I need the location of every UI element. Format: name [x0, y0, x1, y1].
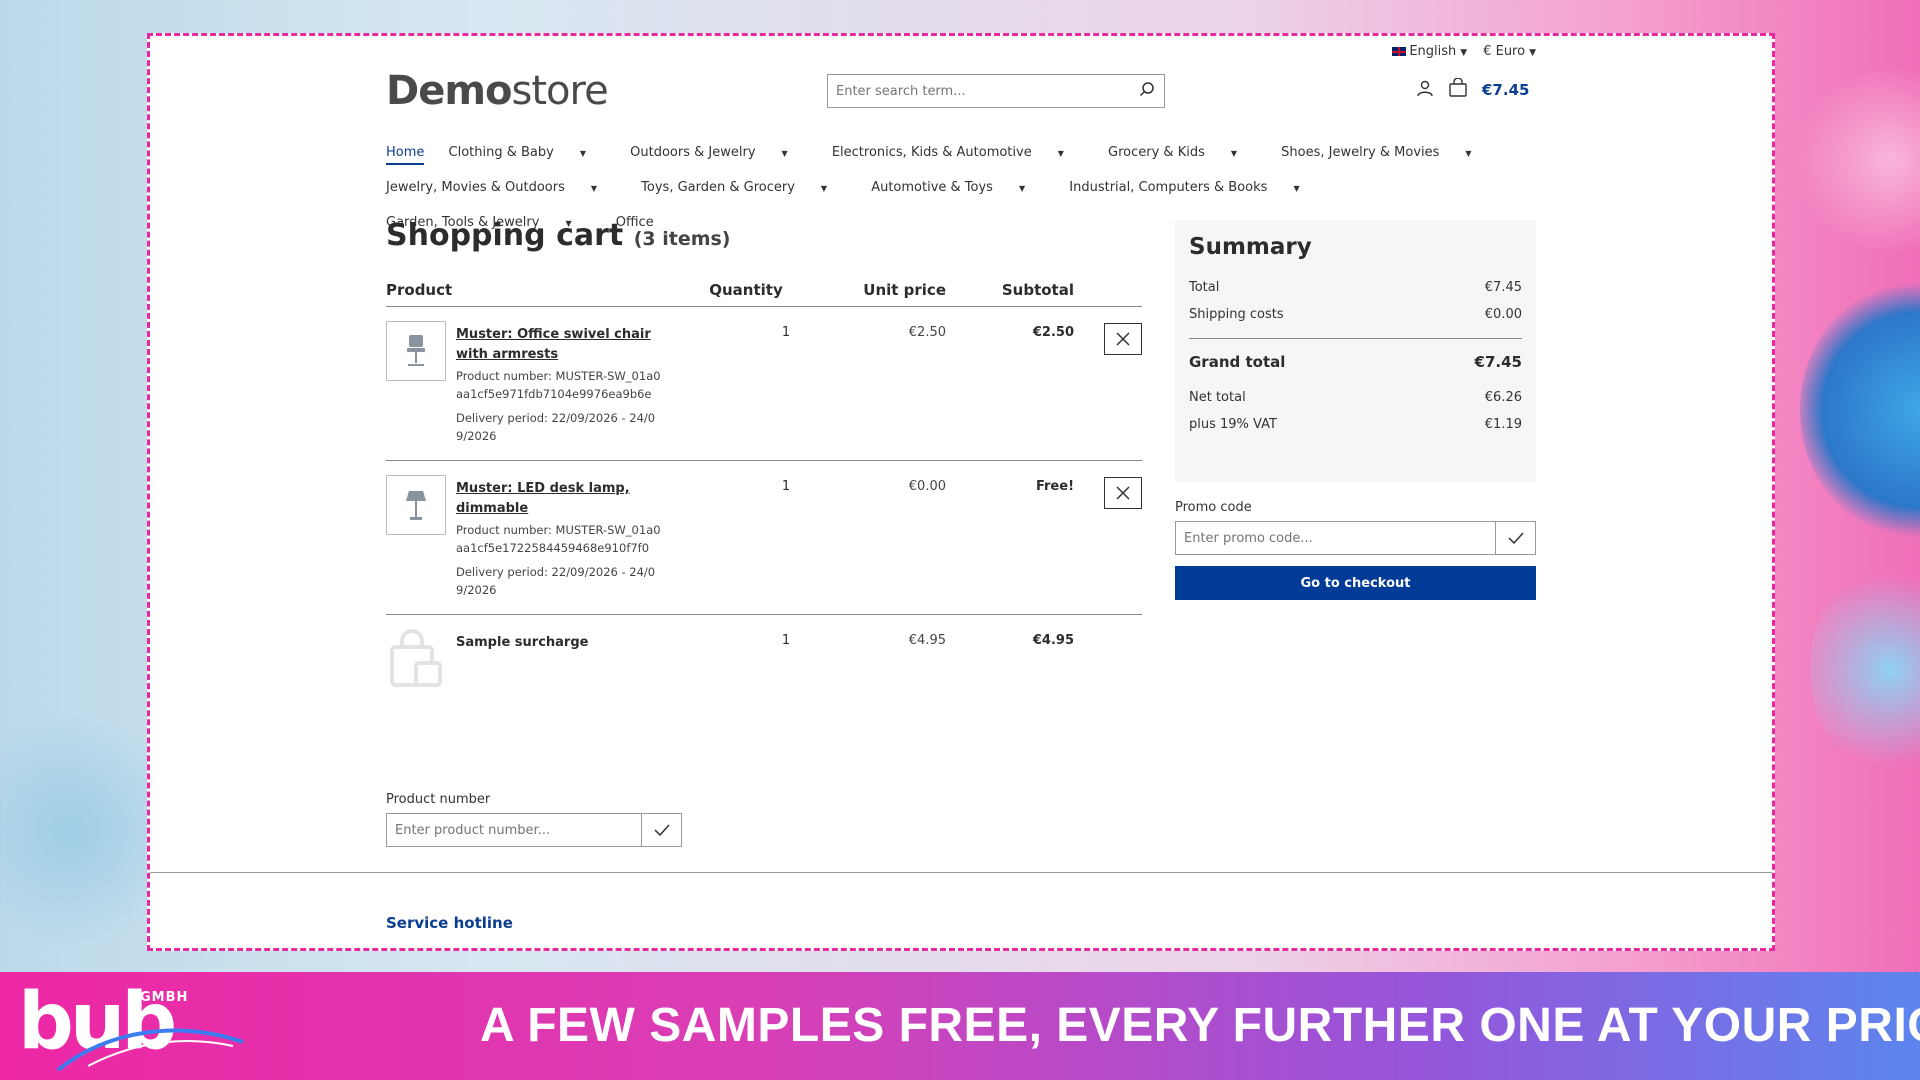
summary-grand-total: Grand total €7.45: [1189, 338, 1522, 384]
caret-down-icon: ▼: [1465, 149, 1472, 158]
nav-item[interactable]: Outdoors & Jewelry ▼: [630, 136, 808, 171]
table-row: Sample surcharge 1 €4.95 €4.95: [386, 615, 1142, 701]
cart-table: Product Quantity Unit price Subtotal Mus…: [386, 273, 1142, 701]
summary-total: Total €7.45: [1189, 280, 1522, 295]
nav-item[interactable]: Toys, Garden & Grocery ▼: [641, 171, 847, 206]
subtotal: Free!: [1035, 479, 1074, 494]
footer-divider: [150, 872, 1772, 873]
table-row: Muster: LED desk lamp, dimmable Product …: [386, 461, 1142, 615]
service-hotline-heading: Service hotline: [386, 914, 513, 932]
checkmark-icon: [1507, 532, 1524, 544]
search-field: [827, 74, 1165, 108]
nav-item[interactable]: Shoes, Jewelry & Movies ▼: [1281, 136, 1491, 171]
banner-headline: A FEW SAMPLES FREE, EVERY FURTHER ONE AT…: [480, 999, 1920, 1052]
account-icon[interactable]: [1416, 79, 1434, 101]
delivery-period: Delivery period: 22/09/2026 - 24/09/2026: [456, 565, 656, 597]
caret-down-icon: ▼: [1293, 184, 1300, 193]
promo-code-form: [1175, 521, 1536, 555]
remove-item-button[interactable]: [1104, 323, 1142, 355]
product-name: Sample surcharge: [456, 635, 589, 650]
promo-banner: bub GMBH A FEW SAMPLES FREE, EVERY FURTH…: [0, 972, 1920, 1080]
product-number-label: Product number: [386, 792, 491, 807]
summary-vat: plus 19% VAT €1.19: [1189, 417, 1522, 432]
product-info: Muster: Office swivel chair with armrest…: [456, 325, 661, 445]
caret-down-icon: ▼: [820, 184, 828, 193]
product-thumbnail[interactable]: [386, 321, 446, 381]
nav-item[interactable]: Industrial, Computers & Books ▼: [1069, 171, 1319, 206]
subtotal: €2.50: [1032, 325, 1074, 340]
product-info: Sample surcharge: [456, 633, 661, 653]
unit-price: €4.95: [908, 633, 946, 648]
lamp-icon: [406, 491, 426, 520]
nav-item[interactable]: Automotive & Toys ▼: [871, 171, 1045, 206]
quantity: 1: [781, 479, 791, 494]
caret-down-icon: ▼: [579, 149, 587, 158]
cart-total[interactable]: €7.45: [1482, 81, 1529, 99]
nav-item[interactable]: Grocery & Kids ▼: [1108, 136, 1257, 171]
caret-down-icon: ▼: [1460, 48, 1468, 58]
quantity: 1: [781, 633, 791, 648]
product-number-input[interactable]: [387, 814, 641, 846]
add-product-button[interactable]: [641, 814, 681, 846]
language-switcher[interactable]: English ▼: [1392, 44, 1467, 59]
nav-item[interactable]: Electronics, Kids & Automotive ▼: [832, 136, 1084, 171]
promo-code-label: Promo code: [1175, 500, 1252, 515]
caret-down-icon: ▼: [590, 184, 598, 193]
apply-promo-button[interactable]: [1495, 522, 1535, 554]
currency-switcher[interactable]: € Euro ▼: [1483, 44, 1536, 59]
quantity: 1: [781, 325, 791, 340]
product-name-link[interactable]: Muster: Office swivel chair with armrest…: [456, 325, 661, 365]
swoosh-icon: [56, 1028, 244, 1072]
product-name-link[interactable]: Muster: LED desk lamp, dimmable: [456, 479, 661, 519]
close-icon: [1116, 486, 1130, 500]
promo-code-input[interactable]: [1176, 522, 1495, 554]
uk-flag-icon: [1392, 47, 1407, 56]
caret-down-icon: ▼: [1057, 149, 1064, 158]
search-input[interactable]: [828, 83, 1130, 99]
caret-down-icon: ▼: [1230, 149, 1238, 158]
cart-icon[interactable]: [1448, 77, 1468, 102]
nav-item[interactable]: Clothing & Baby ▼: [449, 136, 606, 171]
summary-shipping: Shipping costs €0.00: [1189, 307, 1522, 322]
summary-title: Summary: [1189, 234, 1312, 260]
page-title: Shopping cart (3 items): [386, 218, 731, 253]
product-info: Muster: LED desk lamp, dimmable Product …: [456, 479, 661, 599]
product-thumbnail[interactable]: [386, 475, 446, 535]
unit-price: €2.50: [908, 325, 946, 340]
shopping-bag-icon: [390, 629, 442, 687]
remove-item-button[interactable]: [1104, 477, 1142, 509]
close-icon: [1116, 332, 1130, 346]
checkmark-icon: [653, 824, 670, 836]
nav-item-home[interactable]: Home: [386, 143, 425, 165]
table-row: Muster: Office swivel chair with armrest…: [386, 307, 1142, 461]
checkout-button[interactable]: Go to checkout: [1175, 566, 1536, 600]
caret-down-icon: ▼: [1529, 48, 1536, 58]
nav-item[interactable]: Jewelry, Movies & Outdoors ▼: [386, 171, 617, 206]
surcharge-thumbnail: [386, 629, 446, 689]
unit-price: €0.00: [908, 479, 946, 494]
product-number: Product number: MUSTER-SW_01a0aa1cf5e172…: [456, 523, 661, 555]
product-number: Product number: MUSTER-SW_01a0aa1cf5e971…: [456, 369, 661, 401]
store-logo[interactable]: Demostore: [386, 68, 609, 114]
shop-window: English▼ € Euro▼ Demostore €7.45 Home Cl…: [147, 33, 1775, 951]
delivery-period: Delivery period: 22/09/2026 - 24/09/2026: [456, 411, 656, 443]
item-count: (3 items): [633, 228, 731, 250]
summary-panel: Summary Total €7.45 Shipping costs €0.00 G…: [1175, 220, 1536, 482]
company-logo: bub GMBH: [18, 980, 248, 1074]
topbar: English ▼ € Euro ▼: [1392, 44, 1536, 59]
chair-icon: [407, 335, 425, 366]
subtotal: €4.95: [1032, 633, 1074, 648]
caret-down-icon: ▼: [781, 149, 788, 158]
summary-net-total: Net total €6.26: [1189, 390, 1522, 405]
product-number-form: [386, 813, 682, 847]
caret-down-icon: ▼: [1018, 184, 1026, 193]
table-header: Product Quantity Unit price Subtotal: [386, 273, 1142, 307]
header-actions: €7.45: [1416, 77, 1529, 102]
search-icon[interactable]: [1130, 81, 1164, 101]
